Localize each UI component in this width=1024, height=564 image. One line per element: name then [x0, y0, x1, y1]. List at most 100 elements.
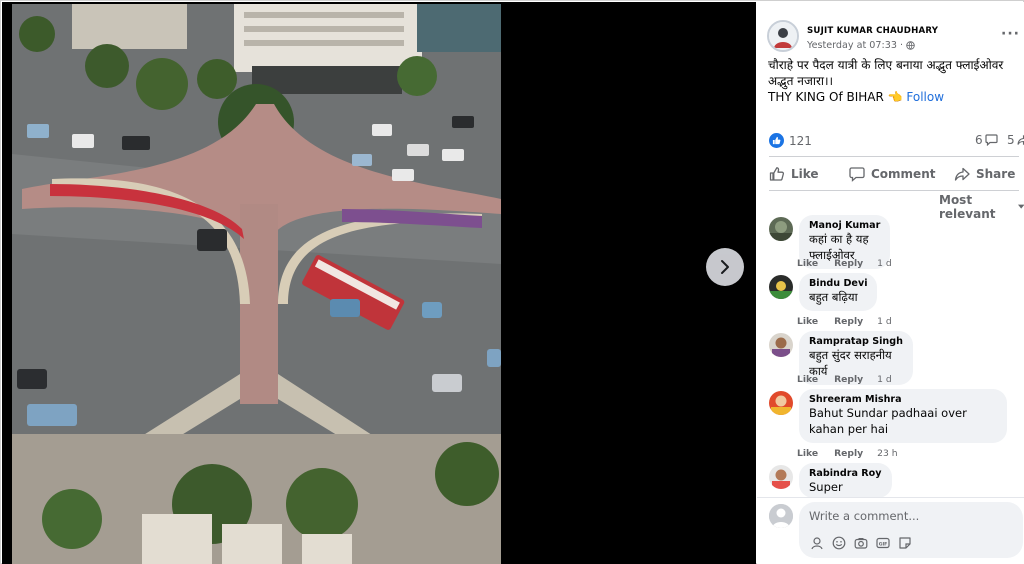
comment-reply-button[interactable]: Reply — [834, 316, 863, 327]
post-text-line: THY KING Of BIHAR 👈 Follow — [768, 89, 1024, 105]
divider — [769, 156, 1019, 157]
commenter-avatar[interactable] — [769, 465, 793, 489]
thumbs-up-icon — [772, 136, 781, 145]
my-avatar[interactable] — [769, 504, 793, 528]
comment-text: बहुत बढ़िया — [809, 290, 858, 304]
avatar-photo — [769, 391, 793, 415]
avatar-photo — [769, 275, 793, 299]
flyover-photo — [12, 4, 501, 564]
sticker-icon — [898, 536, 911, 549]
comment-actions: Like Reply 1 d — [797, 374, 892, 385]
comment-count[interactable]: 6 — [975, 133, 998, 147]
gif-icon: GIF — [875, 537, 890, 548]
comment-like-button[interactable]: Like — [797, 374, 818, 385]
chevron-right-icon — [721, 260, 729, 274]
comment-like-button[interactable]: Like — [797, 448, 818, 459]
caret-down-icon — [1017, 204, 1024, 209]
like-button[interactable]: Like — [769, 159, 819, 189]
divider — [757, 497, 1024, 498]
more-options-button[interactable]: ··· — [1001, 26, 1020, 42]
comment-label: Comment — [871, 167, 936, 181]
avatar-photo — [769, 333, 793, 357]
avatar-photo — [769, 217, 793, 241]
share-count-value: 5 — [1007, 133, 1015, 147]
comment-text: Super — [809, 480, 843, 494]
commenter-name[interactable]: Manoj Kumar — [809, 220, 880, 231]
reaction-count[interactable]: 121 — [789, 134, 812, 148]
comment-reply-button[interactable]: Reply — [834, 448, 863, 459]
commenter-name[interactable]: Bindu Devi — [809, 278, 867, 289]
post-text-line: चौराहे पर पैदल यात्री के लिए बनाया अद्भु… — [768, 58, 1004, 72]
post-text-line: अद्भुत नजारा।। — [768, 74, 834, 88]
comment-bubble: Rabindra Roy Super — [799, 463, 892, 498]
post-text: चौराहे पर पैदल यात्री के लिए बनाया अद्भु… — [768, 57, 1024, 105]
follow-link[interactable]: Follow — [906, 90, 944, 104]
commenter-avatar[interactable] — [769, 217, 793, 241]
composer-tools: GIF — [809, 535, 912, 550]
commenter-name[interactable]: Shreeram Mishra — [809, 394, 997, 405]
share-label: Share — [976, 167, 1016, 181]
share-count[interactable]: 5 — [1007, 133, 1024, 147]
comment-bubble: Bindu Devi बहुत बढ़िया — [799, 273, 878, 311]
share-arrow-icon — [1017, 134, 1024, 146]
comment-bubble-icon — [985, 134, 998, 146]
comment-input[interactable] — [809, 509, 1009, 523]
post-meta: Yesterday at 07:33 · — [807, 40, 915, 51]
comment-outline-icon — [849, 167, 865, 182]
svg-text:GIF: GIF — [878, 541, 887, 547]
post-viewer: SUJIT KUMAR CHAUDHARY Yesterday at 07:33… — [0, 0, 1024, 564]
share-button[interactable]: Share — [954, 159, 1015, 189]
camera-button[interactable] — [853, 535, 868, 550]
comment-button[interactable]: Comment — [849, 159, 935, 189]
emoji-button[interactable] — [831, 535, 846, 550]
comment-bubble: Shreeram Mishra Bahut Sundar padhaai ove… — [799, 389, 1007, 443]
divider — [769, 190, 1019, 191]
comment-like-button[interactable]: Like — [797, 258, 818, 269]
media-pane — [2, 2, 756, 564]
default-avatar-icon — [769, 504, 793, 528]
sticker-button[interactable] — [897, 535, 912, 550]
sort-label: Most relevant — [939, 193, 996, 221]
like-label: Like — [791, 167, 819, 181]
commenter-avatar[interactable] — [769, 391, 793, 415]
comment-like-button[interactable]: Like — [797, 316, 818, 327]
comment-composer: GIF — [769, 502, 1024, 562]
commenter-name[interactable]: Rabindra Roy — [809, 468, 882, 479]
comment-sort-dropdown[interactable]: Most relevant — [939, 193, 1024, 221]
post-text-tag: THY KING Of BIHAR 👈 — [768, 90, 903, 104]
next-photo-button[interactable] — [706, 248, 744, 286]
camera-icon — [854, 537, 867, 549]
comment-text: Bahut Sundar padhaai over kahan per hai — [809, 406, 967, 436]
comment-count-value: 6 — [975, 133, 983, 147]
comment-time[interactable]: 1 d — [877, 316, 892, 327]
comment-actions: Like Reply 23 h — [797, 448, 898, 459]
post-side-panel: SUJIT KUMAR CHAUDHARY Yesterday at 07:33… — [757, 2, 1024, 564]
commenter-avatar[interactable] — [769, 333, 793, 357]
globe-icon — [906, 41, 915, 50]
avatar-sticker-button[interactable] — [809, 535, 824, 550]
comment-time[interactable]: 1 d — [877, 374, 892, 385]
comment-time[interactable]: 23 h — [877, 448, 897, 459]
comment-reply-button[interactable]: Reply — [834, 258, 863, 269]
post-header: SUJIT KUMAR CHAUDHARY Yesterday at 07:33… — [767, 20, 1024, 54]
comment-box: GIF — [799, 502, 1023, 558]
gif-button[interactable]: GIF — [875, 535, 890, 550]
comment-actions: Like Reply 1 d — [797, 316, 892, 327]
comment-reply-button[interactable]: Reply — [834, 374, 863, 385]
avatar-photo — [769, 465, 793, 489]
post-time[interactable]: Yesterday at 07:33 · — [807, 40, 903, 51]
like-outline-icon — [769, 167, 785, 181]
smiley-icon — [832, 536, 845, 549]
author-avatar[interactable] — [767, 20, 799, 52]
share-outline-icon — [954, 167, 970, 181]
author-name[interactable]: SUJIT KUMAR CHAUDHARY — [807, 26, 938, 36]
commenter-avatar[interactable] — [769, 275, 793, 299]
reactions-bar: 121 6 5 — [769, 133, 1024, 149]
comment-actions: Like Reply 1 d — [797, 258, 892, 269]
like-reaction-icon[interactable] — [769, 133, 784, 148]
person-icon — [769, 22, 797, 50]
commenter-name[interactable]: Rampratap Singh — [809, 336, 903, 347]
post-photo[interactable] — [12, 4, 501, 564]
comment-time[interactable]: 1 d — [877, 258, 892, 269]
avatar-sticker-icon — [810, 536, 823, 549]
